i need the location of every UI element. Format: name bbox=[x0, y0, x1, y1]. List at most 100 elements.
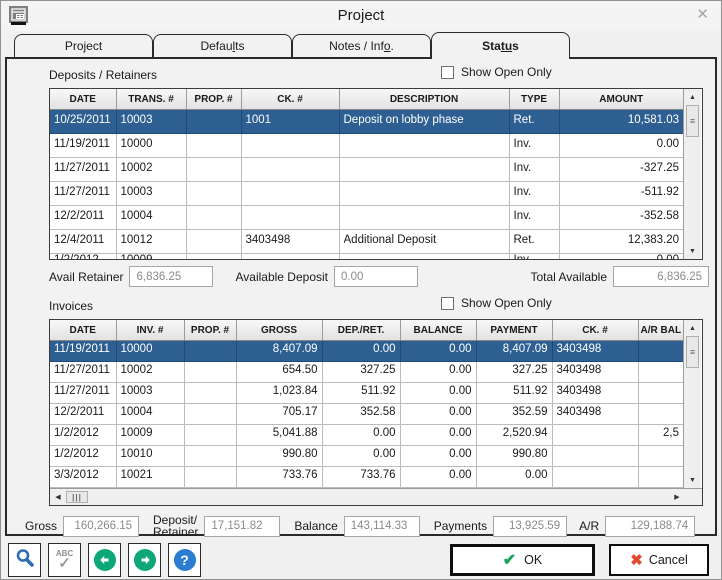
cell[interactable]: 11/27/2011 bbox=[50, 382, 117, 404]
scroll-down-icon[interactable]: ▼ bbox=[684, 472, 701, 488]
cell[interactable]: 0.00 bbox=[559, 254, 683, 259]
cell[interactable]: Ret. bbox=[509, 229, 560, 254]
table-row[interactable]: 11/27/2011 10002 654.50 327.25 0.00 327.25 340… bbox=[50, 361, 683, 383]
cell[interactable]: 5,041.88 bbox=[236, 424, 323, 446]
cell[interactable]: 10000 bbox=[116, 133, 187, 158]
tab-project[interactable]: Project bbox=[14, 34, 153, 57]
cell[interactable] bbox=[186, 133, 242, 158]
cell[interactable]: Additional Deposit bbox=[339, 229, 510, 254]
cell[interactable]: 3403498 bbox=[552, 340, 639, 362]
cell[interactable]: Inv. bbox=[509, 133, 560, 158]
cell[interactable] bbox=[184, 445, 237, 467]
cell[interactable]: 0.00 bbox=[322, 445, 401, 467]
cell[interactable]: 12/4/2011 bbox=[50, 229, 117, 254]
cell[interactable]: 2,520.94 bbox=[476, 424, 553, 446]
cell[interactable]: 10000 bbox=[116, 340, 185, 362]
cell[interactable]: 0.00 bbox=[400, 466, 477, 488]
cell[interactable] bbox=[241, 157, 340, 182]
scroll-thumb[interactable]: ||| bbox=[66, 491, 88, 503]
cell[interactable] bbox=[339, 157, 510, 182]
cell[interactable]: 327.25 bbox=[476, 361, 553, 383]
cell[interactable]: 10002 bbox=[116, 361, 185, 383]
cell[interactable]: 0.00 bbox=[400, 382, 477, 404]
cell[interactable]: 0.00 bbox=[400, 361, 477, 383]
checkbox-unchecked-icon[interactable] bbox=[441, 65, 454, 79]
scroll-up-icon[interactable]: ▲ bbox=[684, 320, 701, 336]
scroll-left-icon[interactable]: ◀ bbox=[50, 493, 66, 501]
cell[interactable] bbox=[638, 382, 683, 404]
cell[interactable]: 733.76 bbox=[322, 466, 401, 488]
cell[interactable]: 352.58 bbox=[322, 403, 401, 425]
cell[interactable]: 511.92 bbox=[476, 382, 553, 404]
deposits-table[interactable]: DATE TRANS. # PROP. # CK. # DESCRIPTION TYPE A… bbox=[50, 89, 683, 259]
cell[interactable] bbox=[186, 229, 242, 254]
tab-notes-info[interactable]: Notes / Info. bbox=[292, 34, 431, 57]
table-row[interactable]: 12/2/2011 10004 Inv. -352.58 bbox=[50, 205, 683, 230]
cell[interactable] bbox=[186, 157, 242, 182]
table-row[interactable]: 11/27/2011 10003 Inv. -511.92 bbox=[50, 181, 683, 206]
cell[interactable] bbox=[638, 340, 683, 362]
cell[interactable]: 3403498 bbox=[552, 361, 639, 383]
tab-defaults[interactable]: Defaults bbox=[153, 34, 292, 57]
cell[interactable]: Inv. bbox=[509, 205, 560, 230]
cell[interactable]: 1001 bbox=[241, 109, 340, 134]
scroll-right-icon[interactable]: ▶ bbox=[669, 493, 685, 501]
cell[interactable]: 10002 bbox=[116, 157, 187, 182]
cell[interactable]: 10009 bbox=[116, 253, 187, 259]
cell[interactable]: 0.00 bbox=[400, 340, 477, 362]
cell[interactable]: 10,581.03 bbox=[559, 109, 683, 134]
search-button[interactable] bbox=[8, 543, 41, 577]
cell[interactable]: 11/19/2011 bbox=[50, 340, 117, 362]
cell[interactable] bbox=[184, 403, 237, 425]
cell[interactable] bbox=[184, 340, 237, 362]
cell[interactable]: 511.92 bbox=[322, 382, 401, 404]
cell[interactable]: 0.00 bbox=[476, 466, 553, 488]
cell[interactable]: 3/3/2012 bbox=[50, 466, 117, 488]
tab-status[interactable]: Status bbox=[431, 32, 570, 59]
table-row[interactable]: 11/19/2011 10000 Inv. 0.00 bbox=[50, 133, 683, 158]
scroll-thumb[interactable]: ≡ bbox=[686, 105, 699, 137]
cell[interactable]: 3403498 bbox=[241, 229, 340, 254]
scroll-down-icon[interactable]: ▼ bbox=[684, 243, 701, 259]
cell[interactable]: 10004 bbox=[116, 403, 185, 425]
cell[interactable] bbox=[638, 445, 683, 467]
cell[interactable] bbox=[241, 181, 340, 206]
cell[interactable] bbox=[186, 109, 242, 134]
checkbox-unchecked-icon[interactable] bbox=[441, 296, 454, 310]
table-row[interactable]: 11/19/2011 10000 8,407.09 0.00 0.00 8,407.09 3… bbox=[50, 340, 683, 362]
table-row[interactable]: 1/2/2012 10010 990.80 0.00 0.00 990.80 bbox=[50, 445, 683, 467]
ok-button[interactable]: ✔ OK bbox=[450, 544, 595, 576]
cell[interactable] bbox=[186, 253, 242, 259]
cell[interactable]: 2,5 bbox=[638, 424, 683, 446]
cell[interactable]: 733.76 bbox=[236, 466, 323, 488]
cell[interactable] bbox=[339, 205, 510, 230]
cell[interactable]: -327.25 bbox=[559, 157, 683, 182]
cell[interactable]: 1/2/2012 bbox=[50, 253, 117, 259]
table-row[interactable]: 11/27/2011 10002 Inv. -327.25 bbox=[50, 157, 683, 182]
scroll-up-icon[interactable]: ▲ bbox=[684, 89, 701, 105]
table-row[interactable]: 10/25/2011 10003 1001 Deposit on lobby phas… bbox=[50, 109, 683, 134]
cell[interactable]: 10003 bbox=[116, 109, 187, 134]
scroll-thumb[interactable]: ≡ bbox=[686, 336, 699, 368]
cell[interactable] bbox=[552, 445, 639, 467]
cell[interactable]: 0.00 bbox=[400, 403, 477, 425]
cell[interactable]: 11/27/2011 bbox=[50, 181, 117, 206]
deposits-show-open-only[interactable]: Show Open Only bbox=[441, 65, 552, 79]
cell[interactable]: 0.00 bbox=[559, 133, 683, 158]
cell[interactable]: 11/27/2011 bbox=[50, 157, 117, 182]
cell[interactable]: 11/19/2011 bbox=[50, 133, 117, 158]
table-row[interactable]: 1/2/201210009 Inv.0.00 bbox=[50, 253, 683, 259]
invoices-show-open-only[interactable]: Show Open Only bbox=[441, 296, 552, 310]
cell[interactable] bbox=[241, 133, 340, 158]
cell[interactable]: 11/27/2011 bbox=[50, 361, 117, 383]
previous-button[interactable] bbox=[88, 543, 121, 577]
cell[interactable] bbox=[186, 205, 242, 230]
cell[interactable] bbox=[552, 424, 639, 446]
cell[interactable]: 990.80 bbox=[236, 445, 323, 467]
cell[interactable]: 0.00 bbox=[322, 424, 401, 446]
cell[interactable]: Inv. bbox=[509, 253, 560, 259]
cell[interactable]: 10010 bbox=[116, 445, 185, 467]
cell[interactable]: 10/25/2011 bbox=[50, 109, 117, 134]
cell[interactable] bbox=[339, 181, 510, 206]
cell[interactable]: 705.17 bbox=[236, 403, 323, 425]
